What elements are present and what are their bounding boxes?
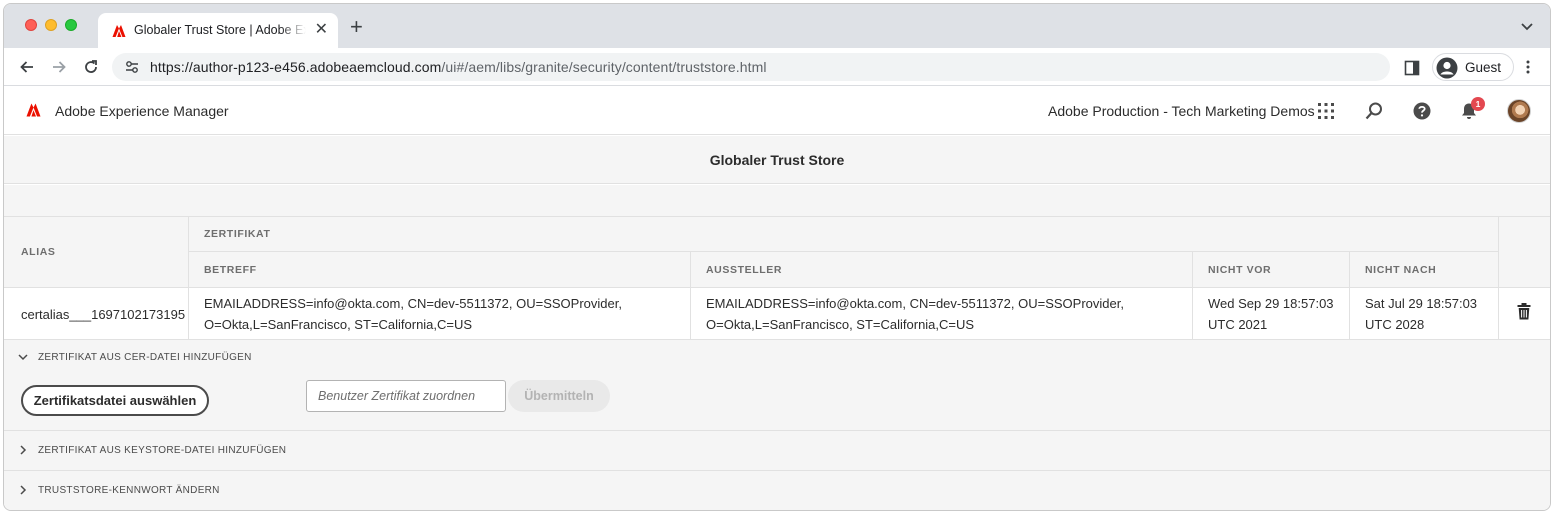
close-window-button[interactable]	[25, 19, 37, 31]
browser-menu-icon[interactable]	[1520, 59, 1536, 75]
browser-tab-active[interactable]: Globaler Trust Store | Adobe Experience …	[98, 13, 338, 48]
cell-issuer: EMAILADDRESS=info@okta.com, CN=dev-55113…	[706, 293, 1124, 335]
column-header-subject[interactable]: BETREFF	[204, 264, 257, 276]
user-avatar[interactable]	[1507, 99, 1531, 123]
cell-issuer-line: O=Okta,L=SanFrancisco, ST=California,C=U…	[706, 317, 975, 332]
chevron-down-icon[interactable]	[18, 352, 28, 362]
url-text: https://author-p123-e456.adobeaemcloud.c…	[150, 59, 767, 75]
accordion-cer-heading[interactable]: ZERTIFIKAT AUS CER-DATEI HINZUFÜGEN	[38, 352, 252, 363]
url-host: https://author-p123-e456.adobeaemcloud.c…	[150, 59, 442, 75]
cell-alias: certalias___1697102173195	[21, 307, 186, 322]
back-arrow-icon[interactable]	[18, 58, 36, 76]
cell-not-before-line: UTC 2021	[1208, 317, 1268, 332]
forward-arrow-icon[interactable]	[50, 58, 68, 76]
reload-icon[interactable]	[82, 58, 100, 76]
cell-subject: EMAILADDRESS=info@okta.com, CN=dev-55113…	[204, 293, 622, 335]
select-certificate-file-button[interactable]: Zertifikatsdatei auswählen	[21, 385, 209, 416]
page-title: Globaler Trust Store	[709, 152, 845, 168]
tab-strip: Globaler Trust Store | Adobe Experience …	[4, 4, 1550, 48]
browser-toolbar: https://author-p123-e456.adobeaemcloud.c…	[4, 48, 1550, 86]
help-icon[interactable]	[1413, 102, 1431, 120]
profile-label: Guest	[1465, 60, 1502, 75]
adobe-favicon-icon	[112, 25, 126, 37]
accordion-password-heading[interactable]: TRUSTSTORE-KENNWORT ÄNDERN	[38, 485, 220, 496]
minimize-window-button[interactable]	[45, 19, 57, 31]
column-header-issuer[interactable]: AUSSTELLER	[706, 264, 782, 276]
tab-title: Globaler Trust Store | Adobe Experience …	[134, 23, 306, 37]
divider	[1349, 288, 1350, 340]
tab-close-icon[interactable]: ✕	[315, 21, 328, 39]
divider	[4, 430, 1550, 431]
product-name[interactable]: Adobe Experience Manager	[55, 103, 229, 119]
chevron-right-icon[interactable]	[18, 485, 28, 495]
cell-not-before: Wed Sep 29 18:57:03 UTC 2021	[1208, 293, 1334, 335]
cell-not-after-line: UTC 2028	[1365, 317, 1425, 332]
cell-issuer-line: EMAILADDRESS=info@okta.com, CN=dev-55113…	[706, 296, 1124, 311]
adobe-logo-icon[interactable]	[26, 103, 41, 117]
search-icon[interactable]	[1365, 102, 1383, 120]
table-row[interactable]: certalias___1697102173195 EMAILADDRESS=i…	[4, 288, 1550, 340]
column-group-header-certificate: ZERTIFIKAT	[204, 228, 271, 240]
delete-trash-icon[interactable]	[1517, 303, 1531, 320]
cell-subject-line: EMAILADDRESS=info@okta.com, CN=dev-55113…	[204, 296, 622, 311]
chevron-down-icon[interactable]	[1520, 19, 1534, 33]
profile-button[interactable]: Guest	[1432, 53, 1514, 81]
url-path: /ui#/aem/libs/granite/security/content/t…	[441, 59, 767, 75]
divider	[1192, 288, 1193, 340]
submit-button[interactable]: Übermitteln	[508, 380, 610, 412]
aem-shell-header: Adobe Experience Manager Adobe Productio…	[4, 87, 1550, 135]
cell-subject-line: O=Okta,L=SanFrancisco, ST=California,C=U…	[204, 317, 473, 332]
site-info-icon[interactable]	[125, 60, 139, 74]
chevron-right-icon[interactable]	[18, 445, 28, 455]
cell-not-after: Sat Jul 29 18:57:03 UTC 2028	[1365, 293, 1477, 335]
organization-switcher[interactable]: Adobe Production - Tech Marketing Demos	[1048, 103, 1315, 119]
browser-window: Globaler Trust Store | Adobe Experience …	[3, 3, 1551, 511]
page-title-bar: Globaler Trust Store	[4, 136, 1550, 184]
divider	[690, 288, 691, 340]
divider	[4, 470, 1550, 471]
column-header-alias[interactable]: ALIAS	[21, 246, 56, 258]
column-header-not-before[interactable]: NICHT VOR	[1208, 264, 1271, 276]
new-tab-icon[interactable]: +	[350, 16, 363, 38]
side-panel-icon[interactable]	[1404, 60, 1420, 76]
certificate-user-mapping-input[interactable]	[306, 380, 506, 412]
divider	[4, 216, 1550, 217]
guest-avatar-icon	[1436, 57, 1458, 79]
notification-count-badge: 1	[1471, 97, 1485, 111]
divider	[188, 288, 189, 340]
cell-not-before-line: Wed Sep 29 18:57:03	[1208, 296, 1334, 311]
address-bar[interactable]: https://author-p123-e456.adobeaemcloud.c…	[112, 53, 1390, 81]
column-header-not-after[interactable]: NICHT NACH	[1365, 264, 1436, 276]
maximize-window-button[interactable]	[65, 19, 77, 31]
solution-switcher-icon[interactable]	[1317, 102, 1335, 120]
cell-not-after-line: Sat Jul 29 18:57:03	[1365, 296, 1478, 311]
divider	[1498, 288, 1499, 340]
divider	[188, 251, 1498, 252]
accordion-keystore-heading[interactable]: ZERTIFIKAT AUS KEYSTORE-DATEI HINZUFÜGEN	[38, 445, 286, 456]
